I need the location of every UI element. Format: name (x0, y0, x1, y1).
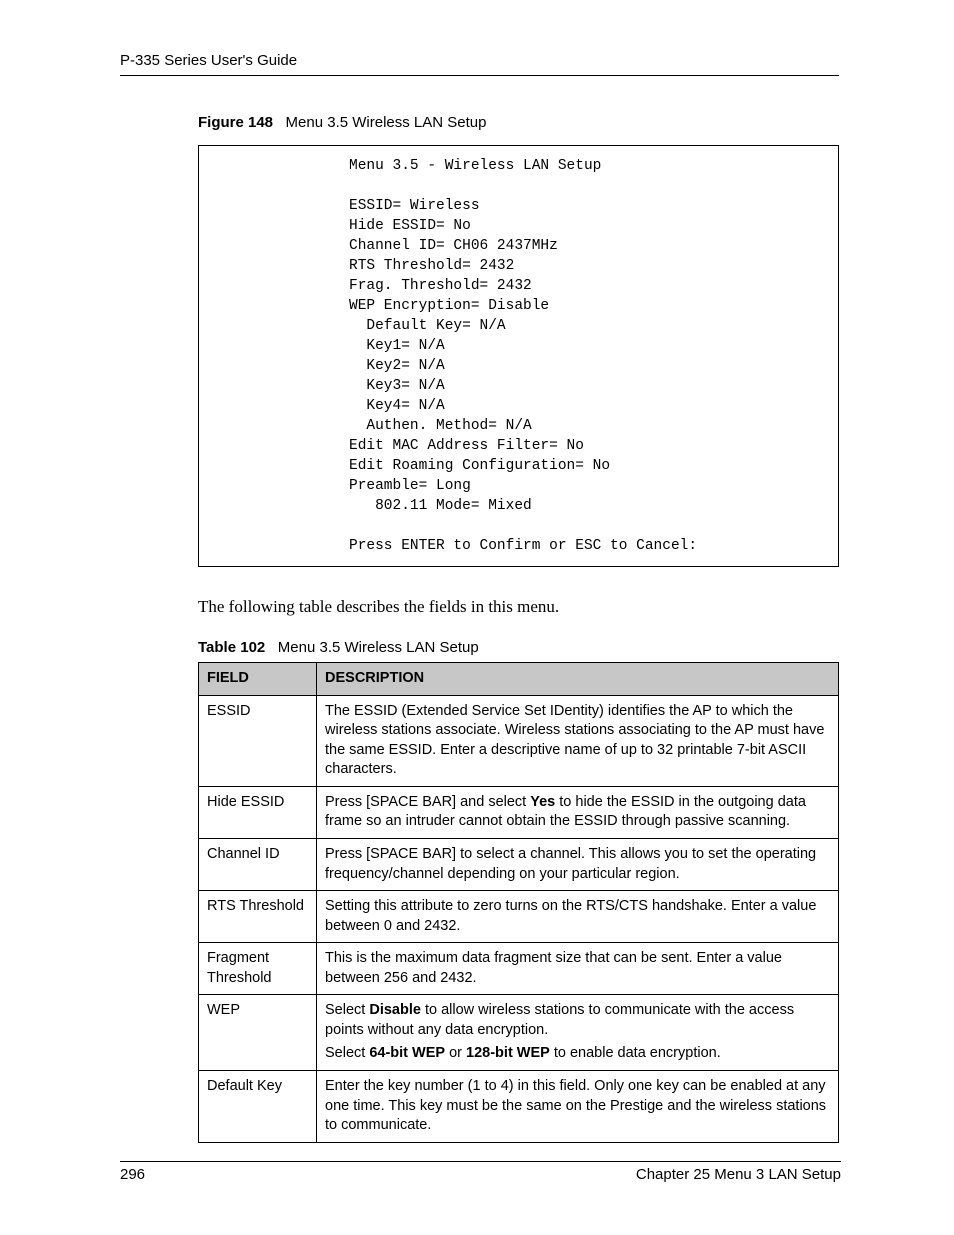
text: Press [SPACE BAR] to select a channel. T… (325, 846, 816, 882)
desc-paragraph: Enter the key number (1 to 4) in this fi… (325, 1077, 830, 1136)
text: Enter the key number (1 to 4) in this fi… (325, 1078, 826, 1133)
terminal-screenshot: Menu 3.5 - Wireless LAN Setup ESSID= Wir… (198, 145, 839, 567)
table-row: RTS ThresholdSetting this attribute to z… (199, 891, 839, 943)
desc-paragraph: The ESSID (Extended Service Set IDentity… (325, 702, 830, 780)
figure-caption: Figure 148 Menu 3.5 Wireless LAN Setup (198, 114, 839, 131)
cell-field: ESSID (199, 695, 317, 786)
cell-description: Enter the key number (1 to 4) in this fi… (317, 1071, 839, 1143)
page-content: Figure 148 Menu 3.5 Wireless LAN Setup M… (120, 114, 839, 1143)
bold-text: 128-bit WEP (466, 1045, 550, 1061)
cell-description: Press [SPACE BAR] to select a channel. T… (317, 838, 839, 890)
cell-field: Default Key (199, 1071, 317, 1143)
desc-paragraph: Setting this attribute to zero turns on … (325, 897, 830, 936)
desc-paragraph: Select Disable to allow wireless station… (325, 1001, 830, 1040)
cell-description: Press [SPACE BAR] and select Yes to hide… (317, 786, 839, 838)
text: or (445, 1045, 466, 1061)
table-title: Menu 3.5 Wireless LAN Setup (278, 639, 479, 656)
table-header-row: FIELD DESCRIPTION (199, 663, 839, 696)
cell-description: Select Disable to allow wireless station… (317, 995, 839, 1071)
bold-text: 64-bit WEP (369, 1045, 445, 1061)
text: Select (325, 1002, 369, 1018)
page-footer: 296 Chapter 25 Menu 3 LAN Setup (120, 1161, 841, 1183)
intro-paragraph: The following table describes the fields… (198, 597, 839, 617)
table-row: Hide ESSIDPress [SPACE BAR] and select Y… (199, 786, 839, 838)
table-caption: Table 102 Menu 3.5 Wireless LAN Setup (198, 639, 839, 656)
desc-paragraph: This is the maximum data fragment size t… (325, 949, 830, 988)
document-page: P-335 Series User's Guide Figure 148 Men… (0, 0, 954, 1235)
desc-paragraph: Press [SPACE BAR] and select Yes to hide… (325, 793, 830, 832)
cell-description: Setting this attribute to zero turns on … (317, 891, 839, 943)
cell-field: RTS Threshold (199, 891, 317, 943)
table-row: ESSIDThe ESSID (Extended Service Set IDe… (199, 695, 839, 786)
bold-text: Yes (530, 794, 555, 810)
cell-field: Hide ESSID (199, 786, 317, 838)
cell-field: Channel ID (199, 838, 317, 890)
table-row: Fragment ThresholdThis is the maximum da… (199, 943, 839, 995)
field-description-table: FIELD DESCRIPTION ESSIDThe ESSID (Extend… (198, 662, 839, 1143)
cell-description: The ESSID (Extended Service Set IDentity… (317, 695, 839, 786)
page-number: 296 (120, 1166, 145, 1183)
text: Setting this attribute to zero turns on … (325, 898, 816, 934)
col-field: FIELD (199, 663, 317, 696)
text: This is the maximum data fragment size t… (325, 950, 782, 986)
text: Press [SPACE BAR] and select (325, 794, 530, 810)
cell-description: This is the maximum data fragment size t… (317, 943, 839, 995)
bold-text: Disable (369, 1002, 421, 1018)
col-description: DESCRIPTION (317, 663, 839, 696)
text: Select (325, 1045, 369, 1061)
running-header: P-335 Series User's Guide (120, 52, 839, 76)
cell-field: Fragment Threshold (199, 943, 317, 995)
cell-field: WEP (199, 995, 317, 1071)
table-row: Default KeyEnter the key number (1 to 4)… (199, 1071, 839, 1143)
table-body: ESSIDThe ESSID (Extended Service Set IDe… (199, 695, 839, 1142)
text: to enable data encryption. (550, 1045, 721, 1061)
text: The ESSID (Extended Service Set IDentity… (325, 703, 824, 778)
chapter-label: Chapter 25 Menu 3 LAN Setup (636, 1166, 841, 1183)
desc-paragraph: Select 64-bit WEP or 128-bit WEP to enab… (325, 1044, 830, 1064)
figure-title: Menu 3.5 Wireless LAN Setup (286, 114, 487, 131)
figure-label: Figure 148 (198, 114, 273, 131)
table-row: WEPSelect Disable to allow wireless stat… (199, 995, 839, 1071)
table-row: Channel IDPress [SPACE BAR] to select a … (199, 838, 839, 890)
desc-paragraph: Press [SPACE BAR] to select a channel. T… (325, 845, 830, 884)
table-label: Table 102 (198, 639, 265, 656)
